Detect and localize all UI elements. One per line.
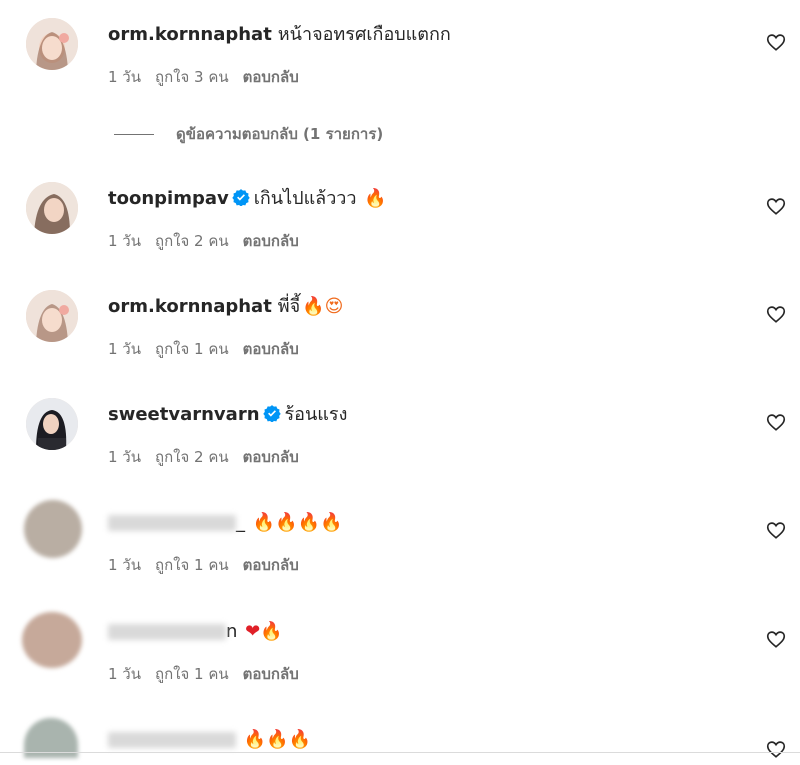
avatar[interactable]	[26, 182, 78, 234]
comment-text-line: _ 🔥🔥🔥🔥	[108, 512, 342, 534]
verified-badge-icon	[232, 189, 250, 206]
reply-button[interactable]: ตอบกลับ	[243, 68, 299, 86]
comment-likes[interactable]: ถูกใจ 3 คน	[155, 68, 229, 86]
avatar[interactable]	[22, 612, 82, 668]
fire-heart-eyes-emoji: 🔥😍	[302, 296, 344, 317]
reply-button[interactable]: ตอบกลับ	[243, 232, 299, 250]
comment-body: เกินไปแล้ววว	[253, 188, 357, 209]
comment-likes[interactable]: ถูกใจ 1 คน	[155, 340, 229, 358]
comment-time[interactable]: 1 วัน	[108, 448, 141, 466]
comment-text-line: orm.kornnaphat หน้าจอทรศเกือบแตกก	[108, 24, 451, 46]
heart-outline-icon[interactable]	[765, 628, 787, 650]
blurred-username[interactable]	[108, 515, 236, 531]
comment-likes[interactable]: ถูกใจ 1 คน	[155, 556, 229, 574]
reply-button[interactable]: ตอบกลับ	[243, 340, 299, 358]
blurred-username[interactable]	[108, 624, 226, 640]
comment-likes[interactable]: ถูกใจ 2 คน	[155, 448, 229, 466]
comment-time[interactable]: 1 วัน	[108, 232, 141, 250]
comment-time[interactable]: 1 วัน	[108, 665, 141, 683]
comment-username[interactable]: orm.kornnaphat	[108, 296, 272, 317]
reply-button[interactable]: ตอบกลับ	[243, 448, 299, 466]
comment-text-line: n ❤🔥	[108, 621, 283, 643]
comment-body: _	[236, 512, 245, 533]
heart-outline-icon[interactable]	[765, 31, 787, 53]
fire-emoji: 🔥🔥🔥🔥	[252, 512, 343, 533]
view-replies-button[interactable]: ดูข้อความตอบกลับ (1 รายการ)	[114, 122, 383, 146]
comment-username[interactable]: toonpimpav	[108, 188, 229, 209]
comment-time[interactable]: 1 วัน	[108, 68, 141, 86]
avatar[interactable]	[24, 500, 82, 558]
comment-body: ร้อนแรง	[284, 404, 348, 425]
heart-outline-icon[interactable]	[765, 411, 787, 433]
comment-meta: 1 วัน ถูกใจ 3 คน ตอบกลับ	[108, 65, 313, 89]
avatar[interactable]	[26, 398, 78, 450]
comment-meta: 1 วัน ถูกใจ 1 คน ตอบกลับ	[108, 553, 313, 577]
comment-meta: 1 วัน ถูกใจ 1 คน ตอบกลับ	[108, 337, 313, 361]
heart-outline-icon[interactable]	[765, 195, 787, 217]
comment-likes[interactable]: ถูกใจ 2 คน	[155, 232, 229, 250]
comment-body: หน้าจอทรศเกือบแตกก	[277, 24, 451, 45]
verified-badge-icon	[262, 405, 281, 422]
heart-fire-emoji: ❤🔥	[245, 621, 283, 642]
comment-meta: 1 วัน ถูกใจ 2 คน ตอบกลับ	[108, 229, 313, 253]
comment-time[interactable]: 1 วัน	[108, 340, 141, 358]
heart-outline-icon[interactable]	[765, 519, 787, 541]
avatar[interactable]	[26, 290, 78, 342]
comment-username[interactable]: orm.kornnaphat	[108, 24, 272, 45]
comment-text-line: orm.kornnaphat พี่จี้ 🔥😍	[108, 296, 343, 318]
fire-emoji: 🔥🔥🔥	[243, 729, 311, 750]
replies-divider	[114, 134, 154, 135]
comment-body: พี่จี้	[277, 296, 301, 317]
bottom-divider	[0, 752, 800, 753]
comment-meta: 1 วัน ถูกใจ 2 คน ตอบกลับ	[108, 445, 313, 469]
heart-outline-icon[interactable]	[765, 738, 787, 760]
reply-button[interactable]: ตอบกลับ	[243, 665, 299, 683]
comment-text-line: 🔥🔥🔥	[108, 729, 311, 751]
view-replies-label: ดูข้อความตอบกลับ (1 รายการ)	[176, 125, 384, 143]
comment-time[interactable]: 1 วัน	[108, 556, 141, 574]
comment-text-line: sweetvarnvarn ร้อนแรง	[108, 404, 347, 426]
reply-button[interactable]: ตอบกลับ	[243, 556, 299, 574]
fire-emoji: 🔥	[364, 188, 387, 209]
heart-outline-icon[interactable]	[765, 303, 787, 325]
comment-body: n	[226, 621, 238, 642]
comment-text-line: toonpimpav เกินไปแล้ววว 🔥	[108, 188, 387, 210]
comment-username[interactable]: sweetvarnvarn	[108, 404, 260, 425]
comment-meta: 1 วัน ถูกใจ 1 คน ตอบกลับ	[108, 662, 313, 686]
blurred-username[interactable]	[108, 732, 236, 748]
avatar[interactable]	[26, 18, 78, 70]
comment-likes[interactable]: ถูกใจ 1 คน	[155, 665, 229, 683]
